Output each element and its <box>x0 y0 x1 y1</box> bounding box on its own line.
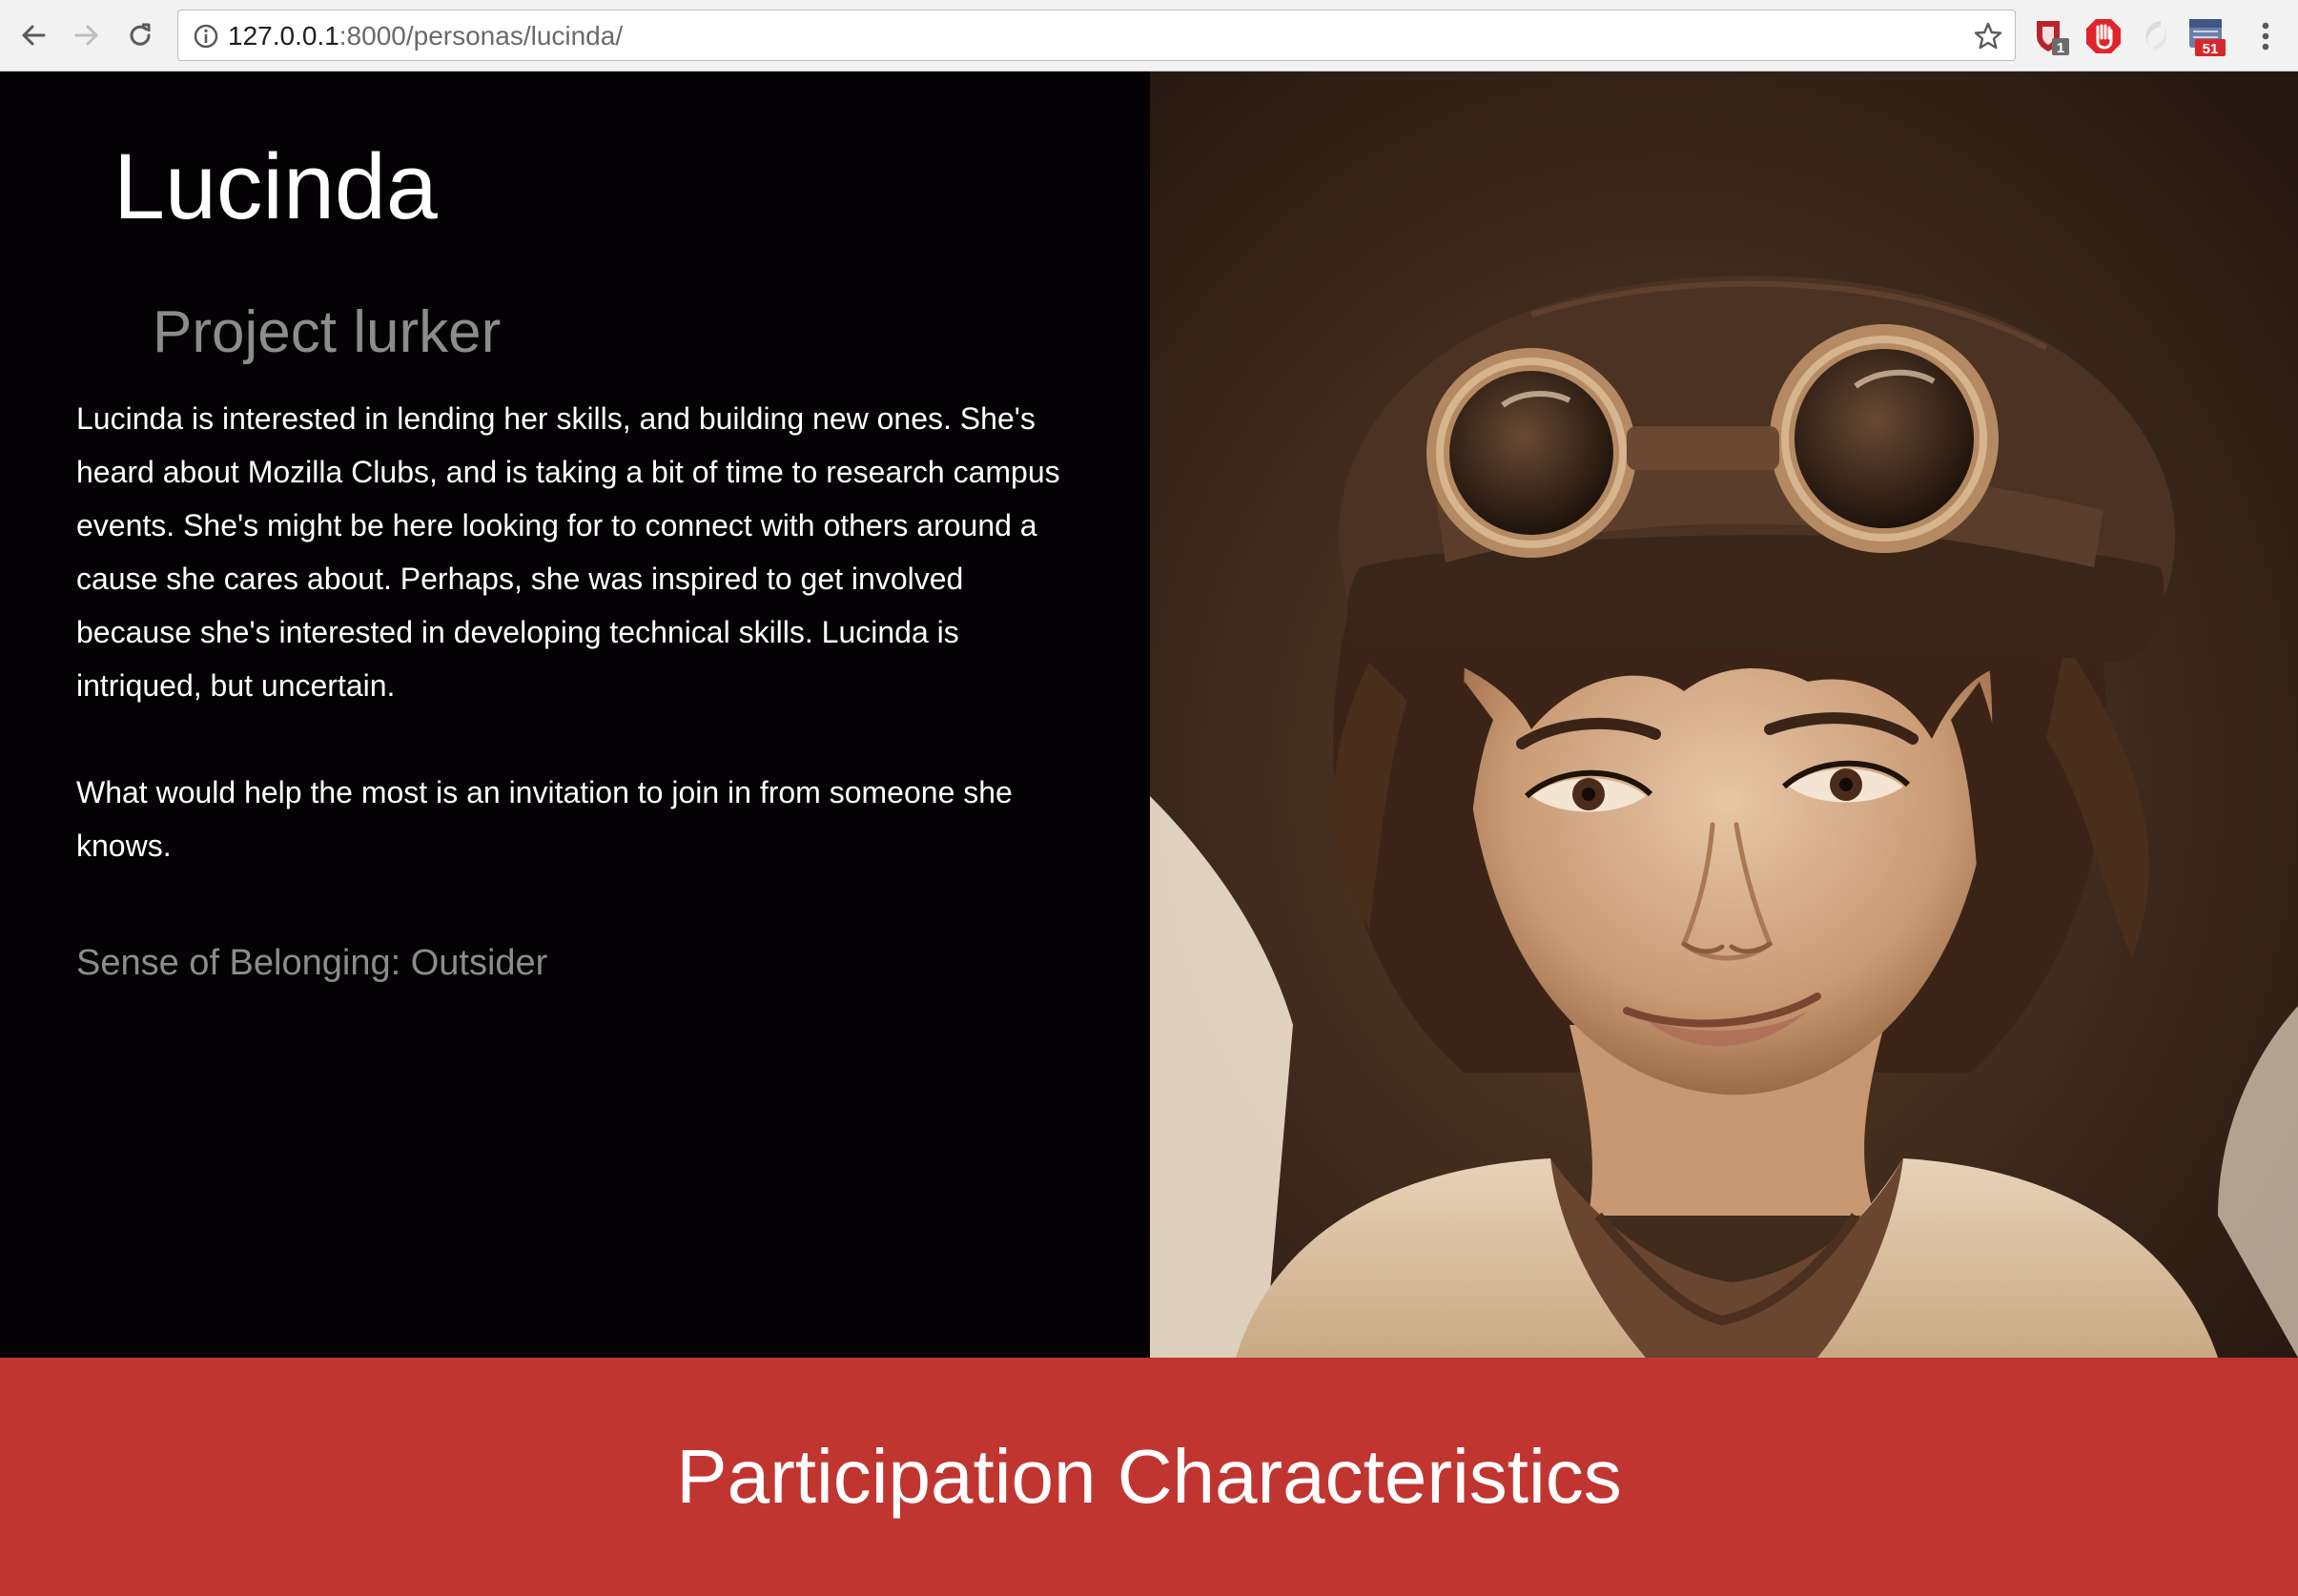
arrow-right-icon <box>74 25 98 46</box>
persona-role: Project lurker <box>153 299 502 365</box>
shield-extension-icon: 1 <box>2037 21 2069 56</box>
calendar-extension-icon: 51 <box>2189 19 2226 57</box>
bookmark-star-icon[interactable] <box>1973 21 2003 51</box>
stop-extension-icon <box>2086 19 2121 53</box>
persona-name: Lucinda <box>113 134 438 238</box>
persona-text-panel: Lucinda Project lurker Lucinda is intere… <box>0 72 1150 1358</box>
info-icon[interactable] <box>192 22 220 51</box>
participation-section: Participation Characteristics <box>0 1358 2298 1596</box>
gray-extension-button[interactable] <box>2134 15 2176 57</box>
kebab-menu-icon <box>2262 22 2269 51</box>
arrow-left-icon <box>22 25 46 46</box>
stop-extension-button[interactable] <box>2083 15 2124 57</box>
gray-extension-icon <box>2145 21 2167 51</box>
persona-hero: Lucinda Project lurker Lucinda is intere… <box>0 72 2298 1358</box>
sense-of-belonging: Sense of Belonging: Outsider <box>76 943 548 983</box>
url-text[interactable]: 127.0.0.1:8000/personas/lucinda/ <box>228 23 623 50</box>
browser-toolbar: 127.0.0.1:8000/personas/lucinda/ 1 51 <box>0 0 2298 72</box>
back-button[interactable] <box>11 13 55 57</box>
portrait-illustration <box>1150 72 2298 1358</box>
url-host: 127.0.0.1 <box>228 21 339 51</box>
shield-extension-badge: 1 <box>2057 40 2064 56</box>
persona-portrait <box>1150 72 2298 1358</box>
browser-menu-button[interactable] <box>2247 17 2285 55</box>
calendar-extension-button[interactable]: 51 <box>2185 15 2227 57</box>
forward-button[interactable] <box>65 13 109 57</box>
reload-button[interactable] <box>118 13 162 57</box>
calendar-extension-badge: 51 <box>2203 41 2219 57</box>
persona-help-text: What would help the most is an invitatio… <box>76 775 1013 863</box>
persona-description: Lucinda is interested in lending her ski… <box>76 401 1060 703</box>
address-bar[interactable]: 127.0.0.1:8000/personas/lucinda/ <box>177 10 2016 61</box>
section-title: Participation Characteristics <box>676 1434 1622 1519</box>
url-path: :8000/personas/lucinda/ <box>339 21 624 51</box>
reload-icon <box>130 23 151 46</box>
shield-extension-button[interactable]: 1 <box>2031 15 2073 57</box>
